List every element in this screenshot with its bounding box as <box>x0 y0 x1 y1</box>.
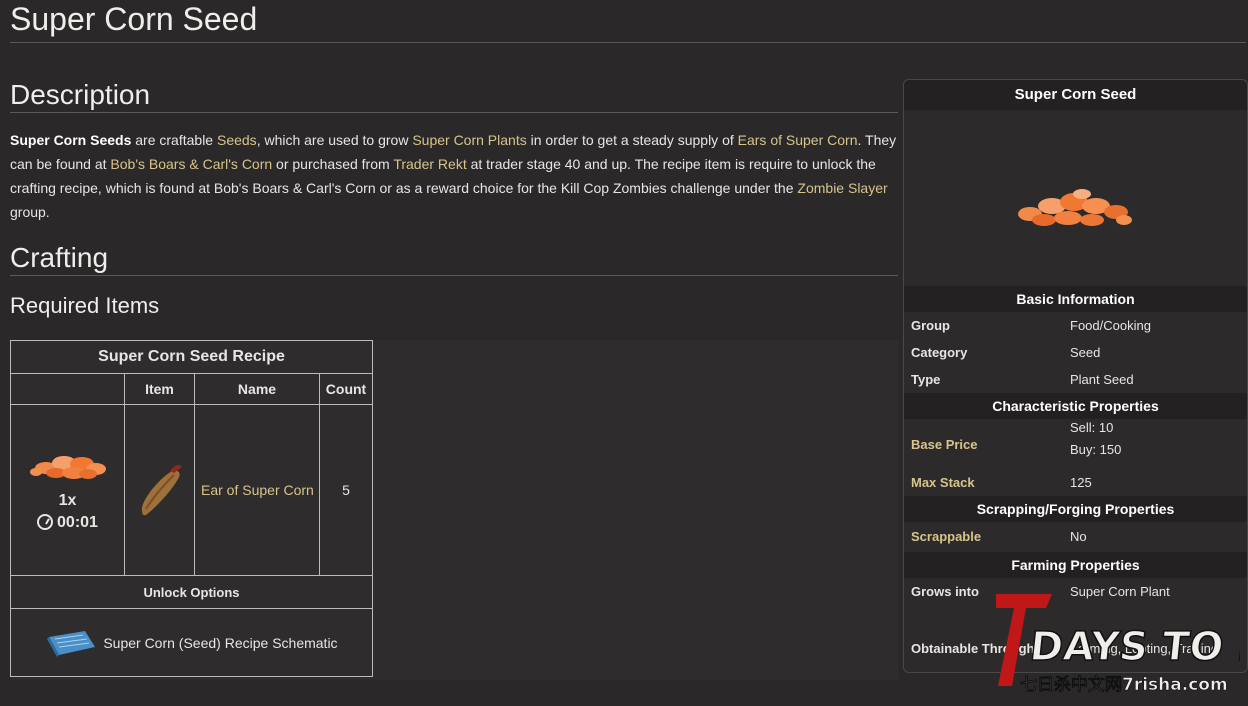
corn-seed-icon <box>1018 189 1132 226</box>
unlock-options-header: Unlock Options <box>10 575 373 609</box>
link-zombie-slayer[interactable]: Zombie Slayer <box>797 180 887 196</box>
crafting-heading: Crafting <box>10 241 898 276</box>
col-item: Item <box>124 373 195 405</box>
row-type: Type Plant Seed <box>911 372 1134 387</box>
watermark-logo: DAYS TO DIE 七日杀中文网7risha.com <box>990 590 1248 700</box>
row-base-price: Base Price Sell: 10 Buy: 150 <box>911 420 1122 457</box>
link-seeds[interactable]: Seeds <box>217 132 257 148</box>
output-cell: 1x 00:01 <box>10 404 125 576</box>
row-scrappable: Scrappable No <box>911 529 1087 544</box>
row-category: Category Seed <box>911 345 1101 360</box>
recipe-table: Super Corn Seed Recipe Item Name Count 1… <box>10 340 373 677</box>
recipe-caption: Super Corn Seed Recipe <box>10 340 373 374</box>
craft-time: 00:01 <box>11 514 124 532</box>
link-ears-of-super-corn[interactable]: Ears of Super Corn <box>738 132 858 148</box>
row-max-stack: Max Stack 125 <box>911 475 1092 490</box>
description-text: Super Corn Seeds are craftable Seeds, wh… <box>10 132 897 220</box>
group-link[interactable]: Food/Cooking <box>1070 312 1151 339</box>
row-group: Group Food/Cooking <box>904 312 1247 339</box>
clock-icon <box>37 514 54 530</box>
ingredient-link[interactable]: Ear of Super Corn <box>201 482 314 498</box>
infobox-title: Super Corn Seed <box>904 80 1247 110</box>
infobox-image <box>904 110 1247 286</box>
page-title: Super Corn Seed <box>10 0 1246 43</box>
seven-days-logo-icon: DAYS TO DIE 七日杀中文网7risha.com <box>996 594 1248 695</box>
col-name: Name <box>194 373 320 405</box>
link-trader-rekt[interactable]: Trader Rekt <box>393 156 466 172</box>
svg-text:DAYS TO DIE: DAYS TO DIE <box>1028 624 1240 670</box>
characteristic-heading: Characteristic Properties <box>904 393 1247 419</box>
item-infobox: Super Corn Seed Basic Information Group F… <box>903 79 1248 673</box>
unlock-option-row[interactable]: Super Corn (Seed) Recipe Schematic <box>10 608 373 677</box>
item-name-bold: Super Corn Seeds <box>10 132 132 148</box>
col-blank <box>10 373 125 405</box>
svg-text:七日杀中文网7risha.com: 七日杀中文网7risha.com <box>1020 674 1228 695</box>
ingredient-icon-cell[interactable] <box>124 404 195 576</box>
schematic-icon <box>47 630 96 657</box>
link-super-corn-plants[interactable]: Super Corn Plants <box>412 132 526 148</box>
farming-heading: Farming Properties <box>904 552 1247 578</box>
ear-of-corn-icon <box>141 464 182 515</box>
col-count: Count <box>319 373 373 405</box>
ingredient-name-cell[interactable]: Ear of Super Corn <box>194 404 320 576</box>
ingredient-count: 5 <box>319 404 373 576</box>
required-items-heading: Required Items <box>10 293 160 318</box>
unlock-item-name: Super Corn (Seed) Recipe Schematic <box>103 634 338 651</box>
corn-seed-icon <box>29 456 106 479</box>
basic-info-heading: Basic Information <box>904 286 1247 312</box>
scrapping-heading: Scrapping/Forging Properties <box>904 496 1247 522</box>
link-bobs-boars[interactable]: Bob's Boars & Carl's Corn <box>110 156 272 172</box>
output-quantity: 1x <box>58 492 77 509</box>
description-heading: Description <box>10 78 898 113</box>
